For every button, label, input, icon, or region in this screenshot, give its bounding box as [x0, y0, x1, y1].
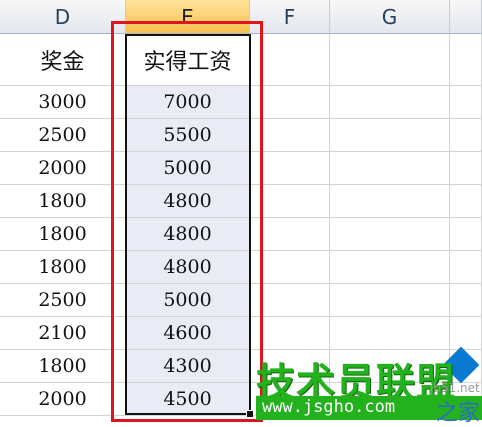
cell[interactable]: 1800 — [0, 350, 126, 383]
fill-handle[interactable] — [246, 410, 254, 418]
cell[interactable] — [250, 185, 330, 218]
cell[interactable] — [330, 185, 450, 218]
cell[interactable] — [250, 152, 330, 185]
cell[interactable]: 4600 — [126, 317, 250, 350]
cell[interactable]: 2500 — [0, 284, 126, 317]
cell[interactable] — [450, 119, 482, 152]
cell[interactable]: 5500 — [126, 119, 250, 152]
cell[interactable]: 7000 — [126, 86, 250, 119]
cell[interactable] — [450, 86, 482, 119]
cell[interactable] — [330, 317, 450, 350]
cell[interactable] — [250, 251, 330, 284]
cell[interactable]: 4300 — [126, 350, 250, 383]
cell[interactable] — [330, 284, 450, 317]
cell[interactable] — [450, 284, 482, 317]
cell[interactable] — [450, 185, 482, 218]
cell-d-header[interactable]: 奖金 — [0, 34, 126, 86]
cell[interactable] — [330, 152, 450, 185]
cell[interactable]: 5000 — [126, 284, 250, 317]
spreadsheet: D E F G 奖金 实得工资 3000 7000 2500 5500 2000 5000… — [0, 0, 482, 426]
cell[interactable]: 2000 — [0, 152, 126, 185]
cell[interactable] — [250, 218, 330, 251]
cell[interactable]: 3000 — [0, 86, 126, 119]
watermark-small-text: jb51.net — [430, 381, 480, 395]
cell[interactable] — [330, 119, 450, 152]
cell[interactable]: 1800 — [0, 185, 126, 218]
cell[interactable]: 4800 — [126, 251, 250, 284]
cell[interactable]: 2000 — [0, 383, 126, 416]
cell[interactable]: 2500 — [0, 119, 126, 152]
cell[interactable] — [330, 218, 450, 251]
cell[interactable] — [330, 251, 450, 284]
column-header-next[interactable] — [450, 0, 482, 34]
cell[interactable] — [250, 119, 330, 152]
cell[interactable] — [450, 251, 482, 284]
cell[interactable]: 1800 — [0, 251, 126, 284]
cell[interactable] — [250, 317, 330, 350]
cell[interactable]: 4500 — [126, 383, 250, 416]
cell-g-header[interactable] — [330, 34, 450, 86]
cell[interactable]: 4800 — [126, 218, 250, 251]
cell[interactable] — [250, 284, 330, 317]
watermark-tail: 之家 — [436, 401, 481, 426]
column-header-d[interactable]: D — [0, 0, 126, 34]
cell[interactable] — [330, 86, 450, 119]
watermark-url: www.jsgho.com — [262, 397, 396, 417]
column-header-f[interactable]: F — [250, 0, 330, 34]
cell[interactable]: 5000 — [126, 152, 250, 185]
column-header-e[interactable]: E — [126, 0, 250, 34]
cell[interactable] — [450, 317, 482, 350]
cell[interactable]: 4800 — [126, 185, 250, 218]
cell-e-header[interactable]: 实得工资 — [126, 34, 250, 86]
cell[interactable] — [250, 86, 330, 119]
cell-f-header[interactable] — [250, 34, 330, 86]
cell[interactable] — [450, 152, 482, 185]
cell[interactable]: 1800 — [0, 218, 126, 251]
column-header-g[interactable]: G — [330, 0, 450, 34]
cell-next-header[interactable] — [450, 34, 482, 86]
cell[interactable]: 2100 — [0, 317, 126, 350]
cell[interactable] — [450, 218, 482, 251]
